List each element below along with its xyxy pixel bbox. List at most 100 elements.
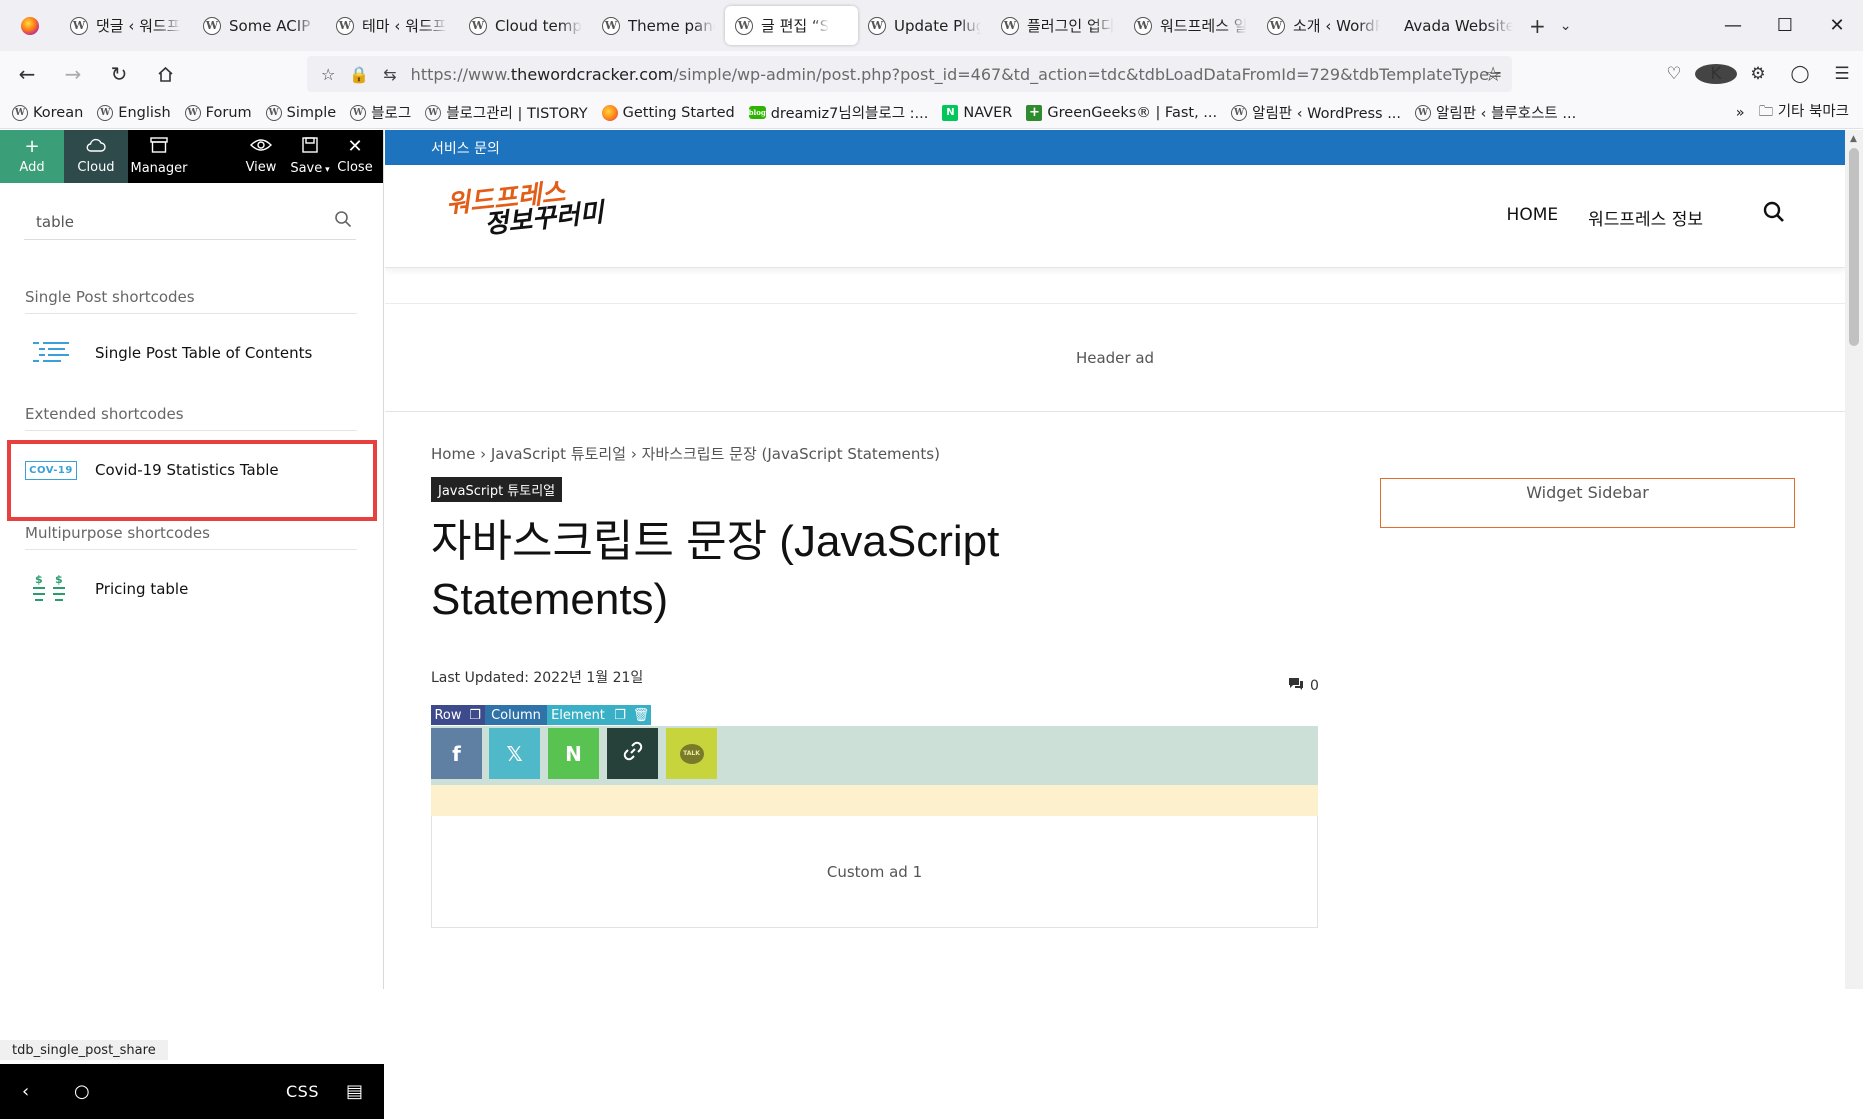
shortcode-item-label: Pricing table: [95, 580, 189, 598]
section-title: Multipurpose shortcodes: [25, 524, 357, 550]
bookmark-item[interactable]: W English: [97, 104, 171, 121]
close-window-icon[interactable]: ✕: [1811, 0, 1863, 51]
tab-item[interactable]: W 플러그인 업디: [991, 6, 1124, 45]
element-delete-icon[interactable]: 🗑: [631, 705, 651, 725]
save-button[interactable]: Save ▾: [286, 130, 334, 183]
naver-blog-icon: blog: [748, 106, 766, 119]
bookmark-item[interactable]: W 알림판 ‹ 블루호스트 ...: [1415, 102, 1576, 123]
naver-share-button[interactable]: N: [548, 728, 599, 779]
bookmark-item[interactable]: Getting Started: [601, 104, 735, 121]
bookmark-item[interactable]: + GreenGeeks® | Fast, ...: [1026, 104, 1217, 121]
bookmark-item[interactable]: W Forum: [184, 104, 252, 121]
composer-toolbar: + Add Cloud Manager View Save ▾ ✕ Close: [0, 130, 383, 183]
bookmark-star-icon[interactable]: ☆: [1484, 62, 1502, 86]
shield-icon[interactable]: ☆: [321, 65, 335, 84]
tab-item[interactable]: W Cloud templa: [459, 6, 592, 45]
scrollbar-thumb[interactable]: [1849, 148, 1859, 346]
extension-badge-icon[interactable]: ◯: [1779, 64, 1821, 84]
bookmark-item[interactable]: W Simple: [265, 104, 336, 121]
shortcode-item[interactable]: Single Post Table of Contents: [25, 333, 357, 373]
layers-icon[interactable]: ▤: [346, 1081, 363, 1102]
reload-icon[interactable]: ↻: [100, 55, 138, 93]
comment-count[interactable]: 0: [1288, 677, 1319, 695]
add-button[interactable]: + Add: [0, 130, 64, 183]
breadcrumb-category[interactable]: JavaScript 튜토리얼: [491, 445, 626, 463]
site-logo[interactable]: 워드프레스 정보꾸러미: [445, 178, 605, 240]
scroll-up-icon[interactable]: ▲: [1850, 134, 1857, 144]
tab-label: 글 편집 “S: [761, 17, 830, 35]
bookmark-item[interactable]: W 알림판 ‹ WordPress ...: [1231, 102, 1401, 123]
row-label[interactable]: Row: [431, 705, 465, 725]
tab-item[interactable]: Avada Website B: [1390, 6, 1523, 45]
bookmark-label: NAVER: [963, 104, 1013, 121]
cloud-icon: [86, 138, 106, 156]
close-button[interactable]: ✕ Close: [334, 130, 376, 183]
menu-item-home[interactable]: HOME: [1507, 205, 1559, 230]
tab-item[interactable]: W Theme panel: [592, 6, 725, 45]
row-clone-icon[interactable]: ❐: [465, 705, 485, 725]
minimize-icon[interactable]: —: [1707, 0, 1759, 51]
breadcrumb-home[interactable]: Home: [431, 445, 475, 463]
search-icon[interactable]: [334, 210, 352, 233]
url-text[interactable]: https://www.thewordcracker.com/simple/wp…: [411, 65, 1501, 84]
page-scrollbar[interactable]: ▲: [1845, 130, 1863, 989]
top-bar-link[interactable]: 서비스 문의: [431, 138, 500, 158]
element-label[interactable]: Element: [547, 705, 609, 725]
bookmark-item[interactable]: W 블로그: [350, 102, 411, 123]
close-label: Close: [337, 160, 373, 175]
bookmark-item[interactable]: N NAVER: [942, 104, 1013, 121]
save-label: Save: [290, 161, 323, 176]
address-bar[interactable]: ☆ 🔒 ⇆ https://www.thewordcracker.com/sim…: [307, 56, 1512, 92]
home-icon[interactable]: [146, 55, 184, 93]
css-button[interactable]: CSS: [286, 1082, 319, 1101]
view-button[interactable]: View: [236, 130, 286, 183]
tab-item-active[interactable]: W 글 편집 “S: [725, 6, 858, 45]
kakao-share-button[interactable]: TALK: [666, 728, 717, 779]
shortcode-item[interactable]: $ $ Pricing table: [25, 569, 357, 609]
manager-button[interactable]: Manager: [128, 130, 190, 183]
bookmark-label: 알림판 ‹ WordPress ...: [1252, 106, 1402, 122]
pocket-icon[interactable]: ♡: [1653, 64, 1695, 84]
menu-item-wordpress-info[interactable]: 워드프레스 정보: [1588, 205, 1703, 230]
column-label[interactable]: Column: [485, 705, 547, 725]
extensions-icon[interactable]: ⚙: [1737, 64, 1779, 84]
tab-item[interactable]: W 댓글 ‹ 워드프: [60, 6, 193, 45]
forward-icon[interactable]: →: [54, 55, 92, 93]
bookmark-item[interactable]: W 블로그관리 | TISTORY: [425, 102, 588, 123]
composer-footer: ‹ ○ CSS ▤: [0, 1064, 384, 1119]
other-bookmarks[interactable]: 🗀 기타 북마크: [1759, 100, 1849, 126]
more-bookmarks-chevron-icon[interactable]: »: [1736, 105, 1745, 121]
lock-icon[interactable]: 🔒: [349, 65, 369, 84]
x-share-button[interactable]: 𝕏: [489, 728, 540, 779]
element-clone-icon[interactable]: ❐: [609, 705, 631, 725]
firefox-menu-icon[interactable]: [0, 0, 60, 51]
maximize-icon[interactable]: ☐: [1759, 0, 1811, 51]
tab-item[interactable]: W Some ACIP c: [193, 6, 326, 45]
tab-item[interactable]: W Update Plugi: [858, 6, 991, 45]
profile-avatar[interactable]: K: [1695, 64, 1737, 84]
eye-icon: [250, 138, 272, 156]
wordpress-icon: W: [602, 16, 620, 35]
facebook-share-button[interactable]: f: [431, 728, 482, 779]
chevron-left-icon[interactable]: ‹: [22, 1081, 29, 1102]
category-badge[interactable]: JavaScript 튜토리얼: [431, 477, 563, 502]
permissions-icon[interactable]: ⇆: [383, 65, 396, 84]
tab-item[interactable]: W 소개 ‹ WordP: [1257, 6, 1390, 45]
tistory-icon: W: [425, 104, 442, 121]
copy-link-button[interactable]: [607, 728, 658, 779]
breadcrumb-current: 자바스크립트 문장 (JavaScript Statements): [641, 445, 940, 463]
search-icon[interactable]: [1763, 201, 1785, 229]
cloud-button[interactable]: Cloud: [64, 130, 128, 183]
bookmark-item[interactable]: blog dreamiz7님의블로그 :...: [748, 102, 928, 123]
new-tab-icon[interactable]: +: [1529, 14, 1546, 38]
wordpress-icon: W: [1134, 16, 1152, 35]
back-icon[interactable]: ←: [8, 55, 46, 93]
tab-list-chevron-icon[interactable]: ⌄: [1560, 18, 1572, 34]
circle-icon[interactable]: ○: [74, 1081, 90, 1102]
hamburger-menu-icon[interactable]: ☰: [1821, 64, 1863, 84]
shortcode-item[interactable]: COV-19 Covid-19 Statistics Table: [25, 450, 357, 490]
tab-item[interactable]: W 워드프레스 일: [1124, 6, 1257, 45]
bookmark-item[interactable]: W Korean: [12, 104, 83, 121]
search-input[interactable]: [24, 212, 314, 231]
tab-item[interactable]: W 테마 ‹ 워드프: [326, 6, 459, 45]
